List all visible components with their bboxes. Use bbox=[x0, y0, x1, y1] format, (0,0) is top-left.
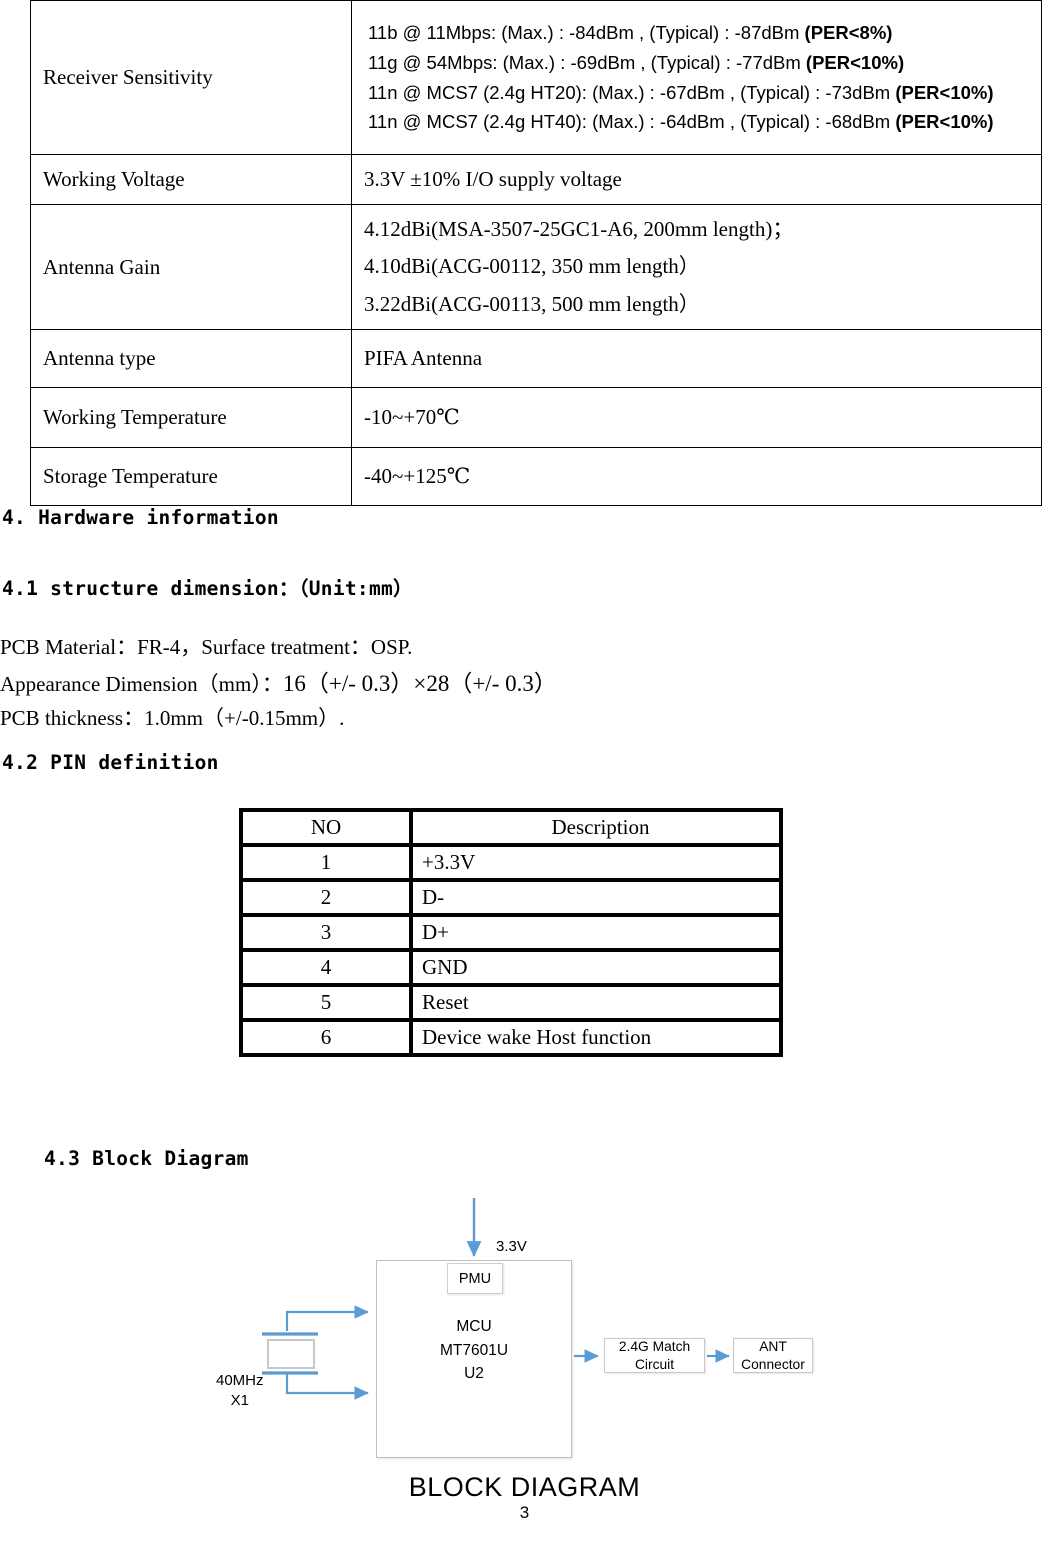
pin-desc: D+ bbox=[413, 917, 779, 948]
table-row: 5 Reset bbox=[243, 987, 779, 1018]
rx-line-text: 11g @ 54Mbps: (Max.) : -69dBm , (Typical… bbox=[368, 51, 806, 73]
antenna-gain-line: 4.12dBi(MSA-3507-25GC1-A6, 200mm length)… bbox=[364, 217, 794, 241]
table-row: 3 D+ bbox=[243, 917, 779, 948]
rx-sensitivity-line: 11g @ 54Mbps: (Max.) : -69dBm , (Typical… bbox=[364, 48, 1041, 78]
block-diagram: MCU MT7601U U2 PMU 2.4G Match Circuit AN… bbox=[0, 1190, 1049, 1520]
rx-line-text: 11n @ MCS7 (2.4g HT20): (Max.) : -67dBm … bbox=[368, 81, 896, 103]
ant-connector-line2: Connector bbox=[741, 1356, 805, 1372]
ant-connector-block: ANT Connector bbox=[733, 1338, 813, 1373]
mcu-block-label: MCU MT7601U U2 bbox=[440, 1315, 508, 1386]
table-row: Working Temperature -10~+70℃ bbox=[30, 387, 1042, 449]
pin-no: 6 bbox=[243, 1022, 409, 1053]
mcu-part: MT7601U bbox=[439, 1341, 509, 1359]
pin-desc: D- bbox=[413, 882, 779, 913]
crystal-refdes: X1 bbox=[230, 1392, 249, 1410]
rx-line-per: (PER<8%) bbox=[804, 21, 893, 43]
table-row: Receiver Sensitivity 11b @ 11Mbps: (Max.… bbox=[30, 0, 1042, 155]
pin-header-no: NO bbox=[243, 812, 409, 843]
mcu-name: MCU bbox=[456, 1318, 492, 1335]
pin-no: 1 bbox=[243, 847, 409, 878]
spec-value-antenna-type: PIFA Antenna bbox=[351, 329, 1042, 389]
rx-line-text: 11n @ MCS7 (2.4g HT40): (Max.) : -64dBm … bbox=[368, 111, 896, 133]
specifications-table: Receiver Sensitivity 11b @ 11Mbps: (Max.… bbox=[30, 0, 1042, 507]
supply-voltage-label: 3.3V bbox=[496, 1238, 527, 1255]
spec-label-antenna-gain: Antenna Gain bbox=[30, 203, 352, 331]
pin-definition-table: NO Description 1 +3.3V 2 D- 3 D+ 4 GND 5… bbox=[239, 808, 783, 1057]
heading-block-diagram: 4.3 Block Diagram bbox=[44, 1147, 249, 1170]
appearance-dimension-label: Appearance Dimension（mm）： bbox=[0, 672, 283, 696]
rx-line-per: (PER<10%) bbox=[895, 111, 994, 133]
ant-connector-line1: ANT bbox=[759, 1338, 787, 1354]
rx-sensitivity-line: 11n @ MCS7 (2.4g HT40): (Max.) : -64dBm … bbox=[364, 107, 1041, 137]
spec-label-working-temperature: Working Temperature bbox=[30, 387, 352, 449]
rx-line-per: (PER<10%) bbox=[805, 51, 905, 73]
pin-desc: Reset bbox=[413, 987, 779, 1018]
spec-label-receiver-sensitivity: Receiver Sensitivity bbox=[30, 0, 352, 155]
pin-no: 4 bbox=[243, 952, 409, 983]
table-row: 6 Device wake Host function bbox=[243, 1022, 779, 1053]
spec-value-storage-temperature: -40~+125℃ bbox=[351, 447, 1042, 507]
appearance-dimension-value: 16（+/- 0.3）×28（+/- 0.3） bbox=[282, 671, 557, 696]
spec-label-working-voltage: Working Voltage bbox=[30, 154, 352, 205]
block-diagram-title: BLOCK DIAGRAM bbox=[408, 1472, 641, 1502]
pin-desc: Device wake Host function bbox=[413, 1022, 779, 1053]
table-row: Antenna Gain 4.12dBi(MSA-3507-25GC1-A6, … bbox=[30, 203, 1042, 331]
crystal-body bbox=[267, 1339, 315, 1369]
spec-label-antenna-type: Antenna type bbox=[30, 329, 352, 389]
table-row: 1 +3.3V bbox=[243, 847, 779, 878]
heading-pin-definition: 4.2 PIN definition bbox=[2, 751, 219, 774]
spec-value-antenna-gain: 4.12dBi(MSA-3507-25GC1-A6, 200mm length)… bbox=[351, 203, 1042, 331]
spec-value-working-voltage: 3.3V ±10% I/O supply voltage bbox=[351, 154, 1042, 205]
crystal-lower-trace bbox=[285, 1374, 369, 1400]
rx-sensitivity-line: 11b @ 11Mbps: (Max.) : -84dBm , (Typical… bbox=[364, 18, 1041, 48]
pin-desc: +3.3V bbox=[413, 847, 779, 878]
text-pcb-material: PCB Material：FR-4，Surface treatment：OSP. bbox=[0, 635, 413, 659]
table-row: 4 GND bbox=[243, 952, 779, 983]
pin-no: 5 bbox=[243, 987, 409, 1018]
match-circuit-block: 2.4G Match Circuit bbox=[604, 1338, 705, 1373]
antenna-gain-line: 4.10dBi(ACG-00112, 350 mm length） bbox=[364, 254, 700, 279]
mcu-refdes: U2 bbox=[464, 1365, 484, 1383]
pin-desc: GND bbox=[413, 952, 779, 983]
text-pcb-thickness: PCB thickness：1.0mm（+/-0.15mm）. bbox=[0, 706, 345, 730]
match-circuit-line2: Circuit bbox=[634, 1356, 675, 1372]
rx-sensitivity-line: 11n @ MCS7 (2.4g HT20): (Max.) : -67dBm … bbox=[364, 78, 1041, 108]
crystal-frequency: 40MHz bbox=[216, 1372, 264, 1389]
antenna-gain-line: 3.22dBi(ACG-00113, 500 mm length） bbox=[364, 291, 700, 316]
rx-line-text: 11b @ 11Mbps: (Max.) : -84dBm , (Typical… bbox=[368, 21, 805, 43]
heading-hardware-information: 4. Hardware information bbox=[2, 506, 279, 529]
pin-no: 3 bbox=[243, 917, 409, 948]
pin-header-description: Description bbox=[413, 812, 779, 843]
match-circuit-line1: 2.4G Match bbox=[618, 1338, 691, 1354]
table-header-row: NO Description bbox=[243, 812, 779, 843]
spec-value-working-temperature: -10~+70℃ bbox=[351, 387, 1042, 449]
table-row: Working Voltage 3.3V ±10% I/O supply vol… bbox=[30, 154, 1042, 205]
crystal-label: 40MHz X1 bbox=[216, 1371, 264, 1412]
spec-value-receiver-sensitivity: 11b @ 11Mbps: (Max.) : -84dBm , (Typical… bbox=[351, 0, 1042, 155]
table-row: 2 D- bbox=[243, 882, 779, 913]
table-row: Antenna type PIFA Antenna bbox=[30, 329, 1042, 389]
page-number: 3 bbox=[519, 1503, 530, 1522]
pin-no: 2 bbox=[243, 882, 409, 913]
text-appearance-dimension: Appearance Dimension（mm）：16（+/- 0.3）×28（… bbox=[0, 664, 557, 698]
spec-label-storage-temperature: Storage Temperature bbox=[30, 447, 352, 507]
crystal-upper-trace bbox=[285, 1305, 369, 1331]
rx-line-per: (PER<10%) bbox=[895, 81, 994, 103]
pmu-block: PMU bbox=[447, 1263, 503, 1294]
table-row: Storage Temperature -40~+125℃ bbox=[30, 447, 1042, 507]
heading-structure-dimension: 4.1 structure dimension：（Unit:mm） bbox=[2, 577, 413, 600]
